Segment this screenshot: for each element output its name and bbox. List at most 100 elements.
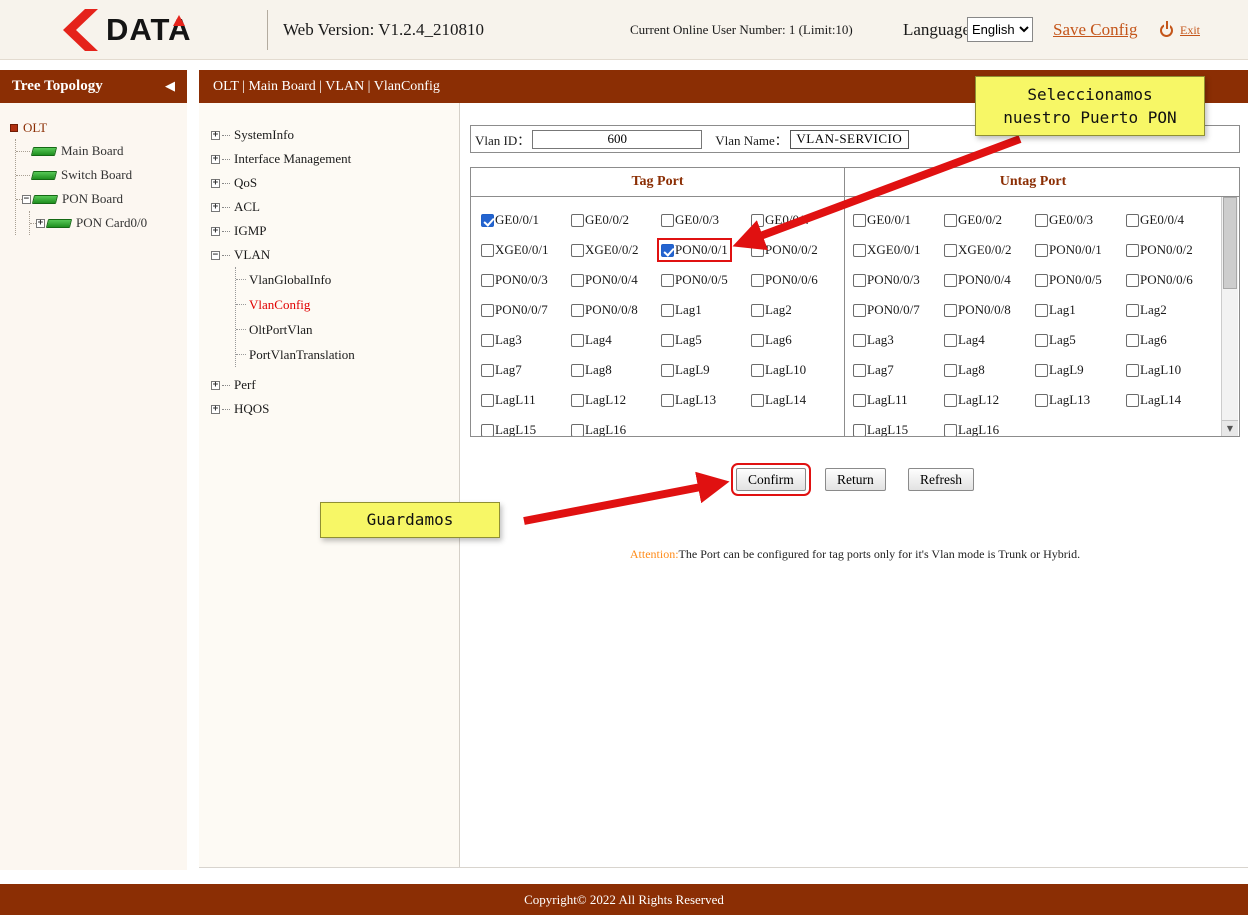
tag-checkbox-LagL10[interactable] [751, 364, 764, 377]
untag-port-GE0/0/1[interactable]: GE0/0/1 [853, 212, 911, 228]
tag-checkbox-PON0/0/3[interactable] [481, 274, 494, 287]
tag-checkbox-Lag5[interactable] [661, 334, 674, 347]
tag-port-Lag4[interactable]: Lag4 [571, 332, 612, 348]
return-button[interactable]: Return [825, 468, 886, 491]
untag-port-Lag2[interactable]: Lag2 [1126, 302, 1167, 318]
untag-checkbox-XGE0/0/1[interactable] [853, 244, 866, 257]
tag-checkbox-LagL16[interactable] [571, 424, 584, 437]
tag-checkbox-PON0/0/5[interactable] [661, 274, 674, 287]
untag-port-PON0/0/2[interactable]: PON0/0/2 [1126, 242, 1193, 258]
exit-link[interactable]: Exit [1160, 0, 1200, 60]
menu-item-portvlantranslation[interactable]: PortVlanTranslation [236, 342, 459, 367]
menu-item-vlanconfig[interactable]: VlanConfig [236, 292, 459, 317]
expand-icon[interactable]: + [211, 179, 220, 188]
expand-icon[interactable]: + [211, 203, 220, 212]
tag-checkbox-PON0/0/6[interactable] [751, 274, 764, 287]
tag-checkbox-Lag7[interactable] [481, 364, 494, 377]
untag-port-GE0/0/4[interactable]: GE0/0/4 [1126, 212, 1184, 228]
untag-checkbox-LagL14[interactable] [1126, 394, 1139, 407]
tag-port-Lag7[interactable]: Lag7 [481, 362, 522, 378]
tag-port-GE0/0/4[interactable]: GE0/0/4 [751, 212, 809, 228]
untag-port-GE0/0/3[interactable]: GE0/0/3 [1035, 212, 1093, 228]
expand-icon[interactable]: + [211, 131, 220, 140]
untag-port-PON0/0/5[interactable]: PON0/0/5 [1035, 272, 1102, 288]
tag-port-PON0/0/5[interactable]: PON0/0/5 [661, 272, 728, 288]
untag-checkbox-GE0/0/2[interactable] [944, 214, 957, 227]
collapse-icon[interactable]: − [211, 251, 220, 260]
untag-checkbox-GE0/0/4[interactable] [1126, 214, 1139, 227]
untag-port-PON0/0/8[interactable]: PON0/0/8 [944, 302, 1011, 318]
tag-checkbox-PON0/0/2[interactable] [751, 244, 764, 257]
tag-port-XGE0/0/1[interactable]: XGE0/0/1 [481, 242, 548, 258]
untag-checkbox-GE0/0/3[interactable] [1035, 214, 1048, 227]
untag-checkbox-LagL10[interactable] [1126, 364, 1139, 377]
tag-port-PON0/0/3[interactable]: PON0/0/3 [481, 272, 548, 288]
tag-port-PON0/0/8[interactable]: PON0/0/8 [571, 302, 638, 318]
menu-item-qos[interactable]: + QoS [199, 171, 459, 195]
tag-checkbox-LagL15[interactable] [481, 424, 494, 437]
untag-port-PON0/0/7[interactable]: PON0/0/7 [853, 302, 920, 318]
untag-checkbox-LagL13[interactable] [1035, 394, 1048, 407]
untag-checkbox-PON0/0/5[interactable] [1035, 274, 1048, 287]
tag-port-PON0/0/4[interactable]: PON0/0/4 [571, 272, 638, 288]
untag-port-Lag8[interactable]: Lag8 [944, 362, 985, 378]
tag-port-GE0/0/3[interactable]: GE0/0/3 [661, 212, 719, 228]
tag-checkbox-PON0/0/8[interactable] [571, 304, 584, 317]
vlan-name-input[interactable] [790, 130, 909, 149]
tag-port-GE0/0/2[interactable]: GE0/0/2 [571, 212, 629, 228]
tag-checkbox-LagL12[interactable] [571, 394, 584, 407]
tag-checkbox-Lag8[interactable] [571, 364, 584, 377]
tag-port-LagL13[interactable]: LagL13 [661, 392, 716, 408]
expand-icon[interactable]: + [211, 381, 220, 390]
tag-checkbox-GE0/0/3[interactable] [661, 214, 674, 227]
tag-port-Lag1[interactable]: Lag1 [661, 302, 702, 318]
untag-port-Lag4[interactable]: Lag4 [944, 332, 985, 348]
untag-checkbox-Lag6[interactable] [1126, 334, 1139, 347]
untag-checkbox-LagL11[interactable] [853, 394, 866, 407]
tag-checkbox-GE0/0/4[interactable] [751, 214, 764, 227]
tree-node-olt[interactable]: OLT [10, 117, 187, 139]
untag-checkbox-PON0/0/6[interactable] [1126, 274, 1139, 287]
tag-checkbox-LagL11[interactable] [481, 394, 494, 407]
tag-checkbox-Lag4[interactable] [571, 334, 584, 347]
untag-port-LagL10[interactable]: LagL10 [1126, 362, 1181, 378]
menu-item-acl[interactable]: + ACL [199, 195, 459, 219]
menu-item-interface-management[interactable]: + Interface Management [199, 147, 459, 171]
untag-port-LagL16[interactable]: LagL16 [944, 422, 999, 436]
tag-port-PON0/0/1[interactable]: PON0/0/1 [661, 242, 728, 258]
menu-item-oltportvlan[interactable]: OltPortVlan [236, 317, 459, 342]
untag-checkbox-PON0/0/4[interactable] [944, 274, 957, 287]
exit-label[interactable]: Exit [1180, 23, 1200, 38]
collapse-sidebar-icon[interactable]: ◀ [165, 79, 175, 94]
expand-icon[interactable]: + [211, 155, 220, 164]
untag-port-XGE0/0/1[interactable]: XGE0/0/1 [853, 242, 920, 258]
tag-checkbox-LagL14[interactable] [751, 394, 764, 407]
untag-checkbox-XGE0/0/2[interactable] [944, 244, 957, 257]
language-select[interactable]: English [967, 17, 1033, 42]
tag-checkbox-PON0/0/1[interactable] [661, 244, 674, 257]
tag-checkbox-Lag3[interactable] [481, 334, 494, 347]
untag-checkbox-Lag2[interactable] [1126, 304, 1139, 317]
untag-checkbox-GE0/0/1[interactable] [853, 214, 866, 227]
menu-item-vlanglobalinfo[interactable]: VlanGlobalInfo [236, 267, 459, 292]
untag-port-Lag6[interactable]: Lag6 [1126, 332, 1167, 348]
tag-checkbox-GE0/0/2[interactable] [571, 214, 584, 227]
untag-checkbox-PON0/0/8[interactable] [944, 304, 957, 317]
tag-checkbox-Lag2[interactable] [751, 304, 764, 317]
vlan-id-input[interactable] [532, 130, 702, 149]
untag-port-LagL12[interactable]: LagL12 [944, 392, 999, 408]
untag-checkbox-PON0/0/2[interactable] [1126, 244, 1139, 257]
untag-checkbox-Lag5[interactable] [1035, 334, 1048, 347]
tag-checkbox-PON0/0/4[interactable] [571, 274, 584, 287]
untag-port-Lag3[interactable]: Lag3 [853, 332, 894, 348]
tag-checkbox-XGE0/0/1[interactable] [481, 244, 494, 257]
tag-port-LagL16[interactable]: LagL16 [571, 422, 626, 436]
tag-port-LagL10[interactable]: LagL10 [751, 362, 806, 378]
tag-port-PON0/0/2[interactable]: PON0/0/2 [751, 242, 818, 258]
save-config-link[interactable]: Save Config [1053, 0, 1138, 60]
tag-checkbox-LagL9[interactable] [661, 364, 674, 377]
tree-node-switch-board[interactable]: Switch Board [16, 163, 187, 187]
tag-checkbox-GE0/0/1[interactable] [481, 214, 494, 227]
collapse-node-icon[interactable]: − [22, 195, 31, 204]
expand-node-icon[interactable]: + [36, 219, 45, 228]
